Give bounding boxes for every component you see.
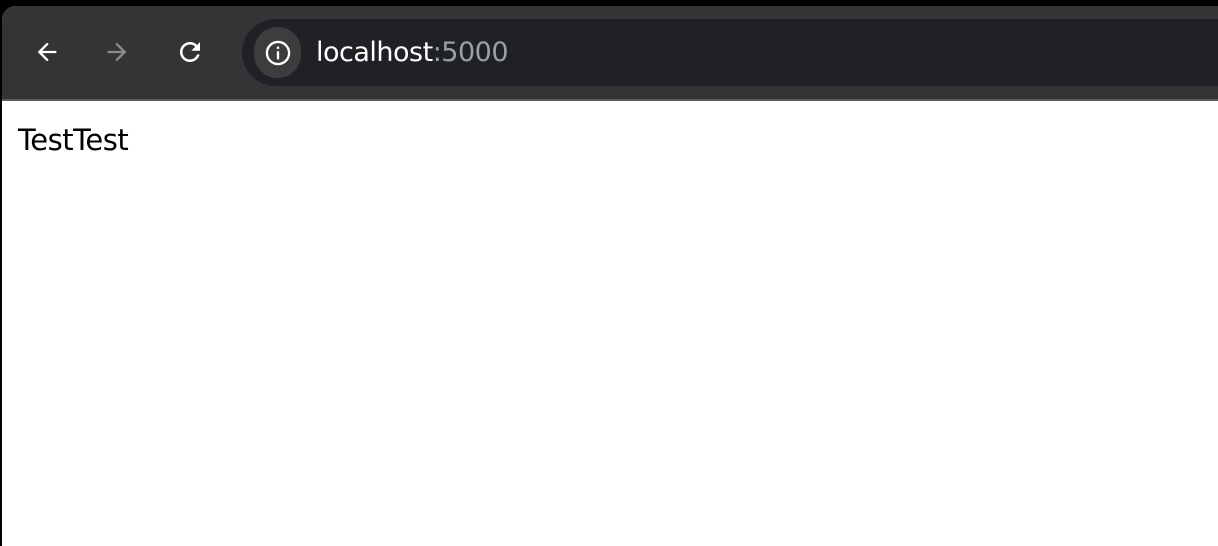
arrow-left-icon [37, 42, 57, 62]
url-port: :5000 [432, 37, 509, 68]
info-icon [265, 40, 290, 65]
reload-button[interactable] [168, 28, 212, 76]
page-body-text: TestTest [18, 123, 129, 157]
reload-icon [180, 42, 200, 62]
browser-toolbar: localhost:5000 [2, 6, 1218, 101]
site-info-button[interactable] [254, 27, 301, 78]
back-button[interactable] [25, 28, 69, 76]
arrow-right-icon [107, 42, 127, 62]
browser-window: localhost:5000 TestTest [2, 6, 1218, 546]
forward-button[interactable] [95, 28, 139, 76]
url-host: localhost [316, 37, 433, 68]
page-content: TestTest [2, 101, 1218, 546]
address-bar[interactable]: localhost:5000 [242, 19, 1218, 86]
url-text[interactable]: localhost:5000 [316, 36, 509, 70]
